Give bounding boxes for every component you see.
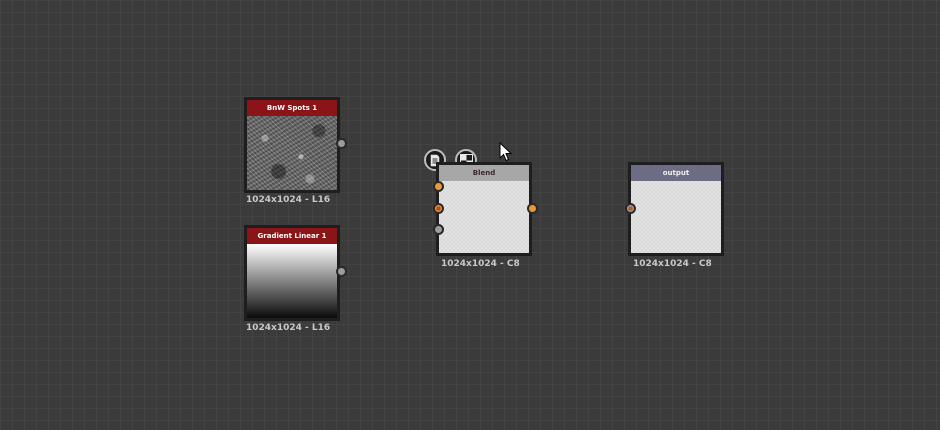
- input-port-foreground[interactable]: [433, 181, 444, 192]
- node-resolution-label: 1024x1024 - L16: [246, 323, 331, 333]
- node-gradient-linear[interactable]: Gradient Linear 1: [244, 225, 347, 321]
- node-title: output: [631, 165, 721, 181]
- node-resolution-label: 1024x1024 - C8: [441, 259, 520, 269]
- node-thumbnail: [439, 181, 529, 253]
- output-port[interactable]: [336, 138, 347, 149]
- node-title: Blend: [439, 165, 529, 181]
- output-port[interactable]: [336, 266, 347, 277]
- mouse-cursor-icon: [499, 141, 513, 166]
- node-title: BnW Spots 1: [247, 100, 337, 116]
- node-thumbnail: [631, 181, 721, 253]
- node-thumbnail: [247, 244, 337, 318]
- input-port[interactable]: [625, 203, 636, 214]
- node-thumbnail: [247, 116, 337, 190]
- node-bnw-spots[interactable]: BnW Spots 1: [244, 97, 347, 193]
- node-title: Gradient Linear 1: [247, 228, 337, 244]
- node-blend[interactable]: Blend: [433, 162, 538, 256]
- node-resolution-label: 1024x1024 - C8: [633, 259, 712, 269]
- input-port-background[interactable]: [433, 203, 444, 214]
- output-port[interactable]: [527, 203, 538, 214]
- node-resolution-label: 1024x1024 - L16: [246, 195, 331, 205]
- input-port-mask[interactable]: [433, 224, 444, 235]
- node-output[interactable]: output: [625, 162, 724, 256]
